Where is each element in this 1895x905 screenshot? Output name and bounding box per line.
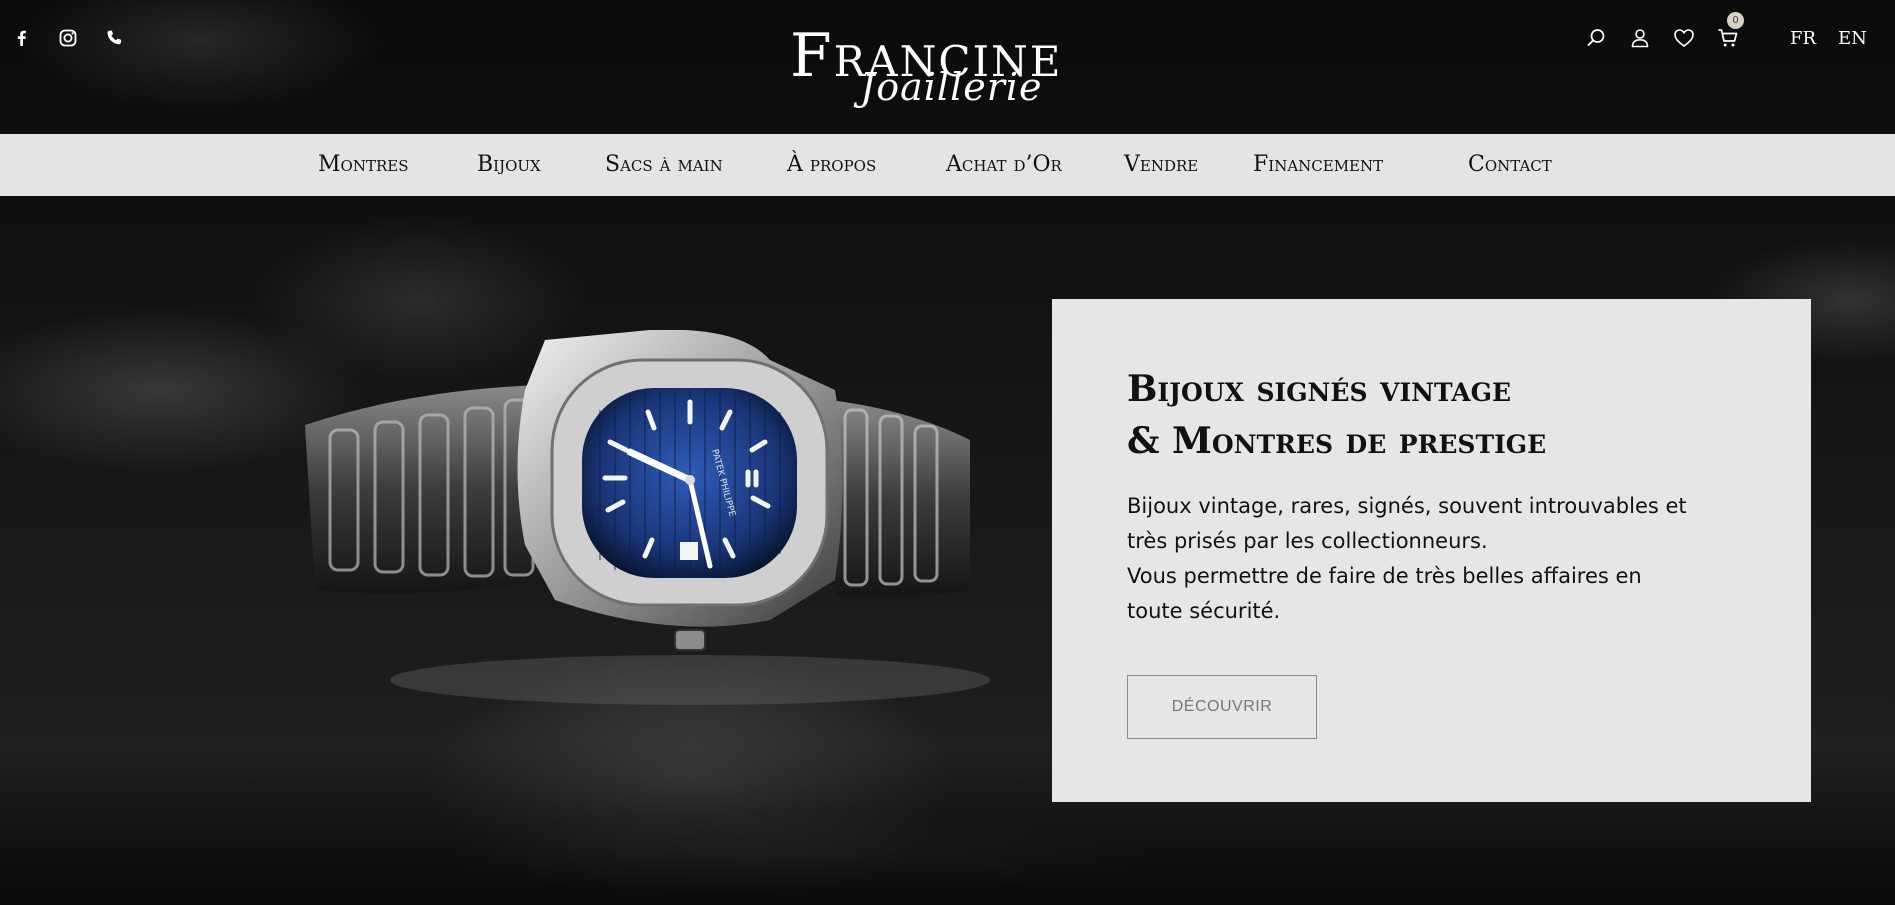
nav-item-achat-dor[interactable]: Achat d’Or — [946, 150, 1062, 180]
cart-count-badge: 0 — [1727, 12, 1744, 29]
phone-icon[interactable] — [104, 28, 124, 48]
lang-fr[interactable]: FR — [1790, 28, 1816, 49]
hero-text-line1: Bijoux vintage, rares, signés, souvent i… — [1127, 494, 1687, 518]
header: Francine Joaillerie 0 FR EN — [0, 0, 1895, 134]
cart-icon — [1718, 29, 1738, 47]
hero-title-line2: & Montres de prestige — [1127, 420, 1547, 462]
header-tools: 0 — [1585, 12, 1744, 49]
facebook-icon[interactable] — [12, 28, 32, 48]
instagram-icon[interactable] — [58, 28, 78, 48]
nav-item-montres[interactable]: Montres — [318, 150, 408, 180]
search-icon[interactable] — [1585, 27, 1607, 49]
cart-button[interactable]: 0 — [1717, 12, 1744, 49]
heart-icon[interactable] — [1673, 27, 1695, 49]
brand-subname: Joaillerie — [860, 65, 1043, 109]
nav-item-a-propos[interactable]: À propos — [787, 150, 876, 180]
hero-title: Bijoux signés vintage & Montres de prest… — [1127, 363, 1767, 467]
nav-item-sacs-a-main[interactable]: Sacs à main — [605, 150, 723, 180]
nav-item-bijoux[interactable]: Bijoux — [477, 150, 541, 180]
hero-text-line2: très prisés par les collectionneurs. — [1127, 529, 1488, 553]
nav-item-contact[interactable]: Contact — [1468, 150, 1552, 180]
nav-item-financement[interactable]: Financement — [1253, 150, 1383, 180]
hero-title-line1: Bijoux signés vintage — [1127, 368, 1512, 410]
discover-button[interactable]: DÉCOUVRIR — [1127, 675, 1317, 739]
lang-en[interactable]: EN — [1838, 28, 1867, 49]
hero-text-line3: Vous permettre de faire de très belles a… — [1127, 564, 1642, 588]
social-links — [12, 28, 124, 48]
main-nav: Montres Bijoux Sacs à main À propos Acha… — [0, 134, 1895, 196]
nav-item-vendre[interactable]: Vendre — [1124, 150, 1198, 180]
user-icon[interactable] — [1629, 27, 1651, 49]
hero-watch-image: PATEK PHILIPPE — [290, 330, 990, 710]
hero-card: Bijoux signés vintage & Montres de prest… — [1052, 299, 1811, 802]
language-switcher: FR EN — [1790, 28, 1867, 49]
hero-text-line4: toute sécurité. — [1127, 599, 1281, 623]
hero-description: Bijoux vintage, rares, signés, souvent i… — [1127, 489, 1767, 629]
brand-logo[interactable]: Francine Joaillerie — [790, 22, 1110, 117]
